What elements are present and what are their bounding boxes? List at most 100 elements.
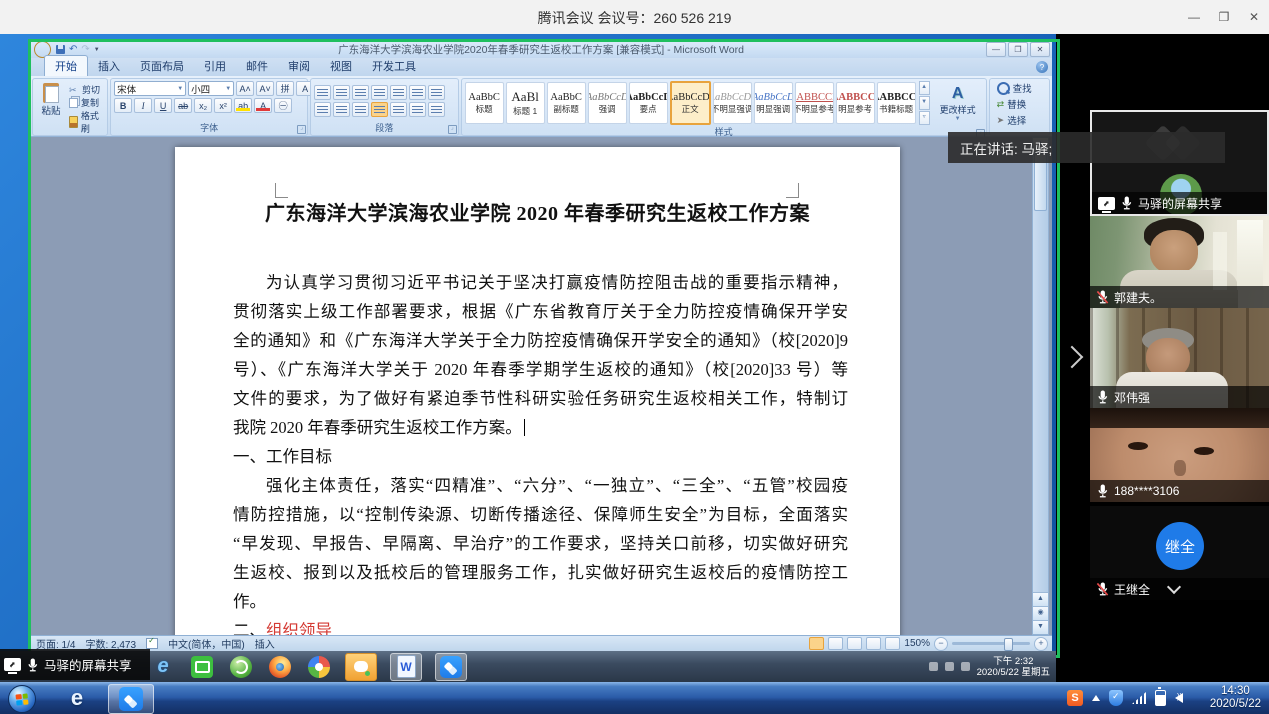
style-item-强调[interactable]: AaBbCcD强调 — [588, 82, 627, 124]
web-layout-view-icon[interactable] — [847, 637, 862, 650]
align-right-icon[interactable] — [352, 102, 369, 117]
firefox-taskbar-button[interactable] — [267, 654, 293, 680]
tray-icon[interactable] — [945, 662, 954, 671]
tab-审阅[interactable]: 审阅 — [278, 56, 320, 76]
tab-开发工具[interactable]: 开发工具 — [362, 56, 426, 76]
change-styles-button[interactable]: A 更改样式 ▼ — [933, 81, 983, 125]
restore-button[interactable]: ❐ — [1209, 0, 1239, 34]
format-painter-button[interactable]: 格式刷 — [69, 109, 104, 135]
enclose-char-button[interactable]: ㊀ — [274, 98, 292, 113]
highlight-color-button[interactable]: ab — [234, 98, 252, 113]
mic-icon[interactable] — [1096, 389, 1109, 405]
italic-button[interactable]: I — [134, 98, 152, 113]
network-signal-icon[interactable] — [1132, 692, 1146, 704]
mic-icon[interactable] — [26, 657, 39, 673]
tencent-meeting-taskbar-button[interactable] — [435, 653, 467, 681]
bold-button[interactable]: B — [114, 98, 132, 113]
style-item-不明显强调[interactable]: AaBbCcDc不明显强调 — [713, 82, 752, 124]
copy-button[interactable]: 复制 — [69, 96, 104, 109]
select-button[interactable]: ➤选择 — [997, 113, 1032, 127]
participant-tile-王继全[interactable]: 继全王继全 — [1090, 506, 1269, 600]
paste-button[interactable]: 粘贴 — [36, 81, 66, 137]
mic-icon[interactable] — [1096, 483, 1109, 499]
style-item-标题 1[interactable]: AaBl标题 1 — [506, 82, 545, 124]
distribute-icon[interactable] — [390, 102, 407, 117]
word-close-button[interactable]: ✕ — [1030, 42, 1050, 57]
line-spacing-icon[interactable] — [409, 102, 426, 117]
insert-mode[interactable]: 插入 — [255, 636, 275, 651]
tab-插入[interactable]: 插入 — [88, 56, 130, 76]
word-minimize-button[interactable]: — — [986, 42, 1006, 57]
participant-tile-马驿的屏幕共享[interactable]: 马驿的屏幕共享 — [1090, 110, 1269, 216]
style-item-要点[interactable]: AaBbCcD要点 — [629, 82, 668, 124]
find-button[interactable]: 查找 — [997, 81, 1032, 95]
start-button[interactable] — [8, 685, 36, 713]
font-color-button[interactable]: A — [254, 98, 272, 113]
print-layout-view-icon[interactable] — [809, 637, 824, 650]
fullscreen-view-icon[interactable] — [828, 637, 843, 650]
align-center-icon[interactable] — [333, 102, 350, 117]
numbering-icon[interactable] — [333, 85, 350, 100]
tray-expand-icon[interactable] — [1092, 695, 1100, 701]
gallery-up-icon[interactable]: ▲ — [919, 81, 930, 95]
zoom-slider[interactable] — [952, 642, 1030, 645]
gallery-down-icon[interactable]: ▼ — [919, 96, 930, 110]
minimize-button[interactable]: — — [1179, 0, 1209, 34]
tray-icon[interactable] — [961, 662, 970, 671]
zoom-slider-thumb[interactable] — [1004, 638, 1013, 651]
font-size-select[interactable]: 小四▼ — [188, 81, 234, 96]
tab-页面布局[interactable]: 页面布局 — [130, 56, 194, 76]
shrink-font-button[interactable]: A˅ — [256, 81, 274, 96]
shading-icon[interactable] — [428, 102, 445, 117]
style-item-副标题[interactable]: AaBbC副标题 — [547, 82, 586, 124]
spellcheck-icon[interactable] — [146, 638, 158, 649]
zoom-level[interactable]: 150% — [904, 638, 930, 649]
volume-icon[interactable] — [1175, 693, 1183, 703]
font-family-select[interactable]: 宋体▼ — [114, 81, 186, 96]
mic-muted-icon[interactable] — [1096, 581, 1109, 597]
word-restore-button[interactable]: ❐ — [1008, 42, 1028, 57]
style-item-明显参考[interactable]: AABBCCI明显参考 — [836, 82, 875, 124]
phonetic-guide-button[interactable]: 拼 — [276, 81, 294, 96]
sort-icon[interactable] — [409, 85, 426, 100]
360-chrome-taskbar-button[interactable] — [306, 654, 332, 680]
align-left-icon[interactable] — [314, 102, 331, 117]
tray-icon[interactable] — [929, 662, 938, 671]
style-item-正文[interactable]: AaBbCcDc正文 — [670, 81, 711, 125]
sogou-input-icon[interactable]: S — [1067, 690, 1083, 706]
zoom-in-button[interactable]: + — [1034, 637, 1048, 651]
draft-view-icon[interactable] — [885, 637, 900, 650]
style-item-标题[interactable]: AaBbC标题 — [465, 82, 504, 124]
wechat-taskbar-button[interactable] — [345, 653, 377, 681]
bullets-icon[interactable] — [314, 85, 331, 100]
participant-tile-188****3106[interactable]: 188****3106 — [1090, 408, 1269, 502]
mic-muted-icon[interactable] — [1096, 289, 1109, 305]
gallery-more-icon[interactable]: ▿ — [919, 111, 930, 125]
dialog-launcher-icon[interactable]: ⌟ — [448, 125, 457, 134]
show-marks-icon[interactable] — [428, 85, 445, 100]
iqiyi-taskbar-button[interactable] — [189, 654, 215, 680]
help-icon[interactable]: ? — [1036, 61, 1048, 73]
browser-taskbar-button[interactable]: e — [58, 684, 96, 712]
multilevel-list-icon[interactable] — [352, 85, 369, 100]
security-shield-icon[interactable] — [1109, 690, 1123, 706]
outline-view-icon[interactable] — [866, 637, 881, 650]
increase-indent-icon[interactable] — [390, 85, 407, 100]
style-item-书籍标题[interactable]: AABBCCI书籍标题 — [877, 82, 916, 124]
justify-icon[interactable] — [371, 102, 388, 117]
360-browser-taskbar-button[interactable] — [228, 654, 254, 680]
vertical-scrollbar[interactable]: ▲ ▲ ◉ ▼ — [1032, 137, 1049, 635]
tab-邮件[interactable]: 邮件 — [236, 56, 278, 76]
tab-视图[interactable]: 视图 — [320, 56, 362, 76]
browse-object-icon[interactable]: ◉ — [1033, 606, 1048, 620]
taskbar-clock[interactable]: 14:30 2020/5/22 — [1210, 685, 1261, 711]
battery-icon[interactable] — [1155, 690, 1166, 706]
cut-button[interactable]: 剪切 — [69, 83, 104, 96]
tab-开始[interactable]: 开始 — [44, 55, 88, 76]
decrease-indent-icon[interactable] — [371, 85, 388, 100]
word-taskbar-button[interactable] — [390, 653, 422, 681]
replace-button[interactable]: ⇄替换 — [997, 97, 1032, 111]
document-page[interactable]: 广东海洋大学滨海农业学院 2020 年春季研究生返校工作方案 为认真学习贯彻习近… — [175, 147, 900, 635]
ie-taskbar-button[interactable]: e — [150, 654, 176, 680]
zoom-out-button[interactable]: − — [934, 637, 948, 651]
